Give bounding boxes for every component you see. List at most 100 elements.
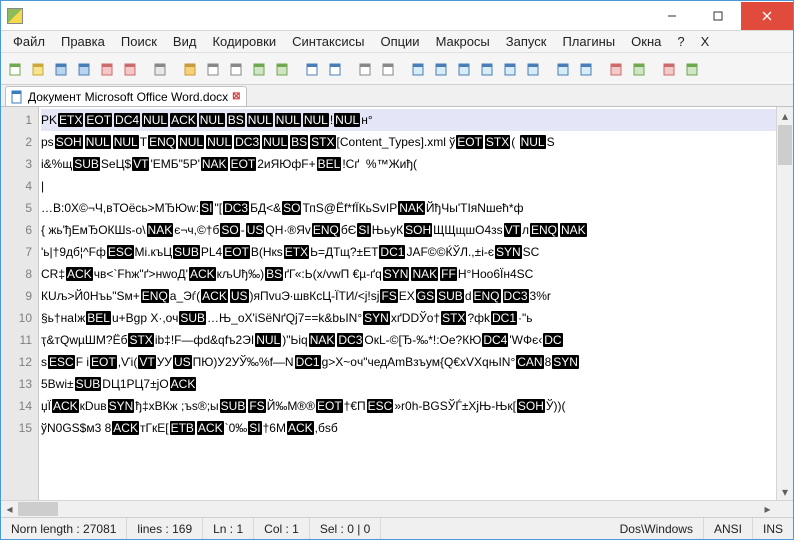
line-number: 15 <box>3 417 32 439</box>
play-macro-button[interactable] <box>682 58 704 80</box>
menu-9[interactable]: Плагины <box>554 32 623 51</box>
print-button[interactable] <box>150 58 172 80</box>
control-char: NUL <box>142 113 168 127</box>
doc-icon <box>10 90 24 104</box>
minimize-button[interactable] <box>649 2 695 30</box>
control-char: DC1 <box>295 355 321 369</box>
cut-button[interactable] <box>180 58 202 80</box>
code-line[interactable]: | <box>41 175 776 197</box>
menu-12[interactable]: X <box>693 32 718 51</box>
menu-6[interactable]: Опции <box>372 32 427 51</box>
vscroll-thumb[interactable] <box>778 125 792 165</box>
control-char: SUB <box>220 399 247 413</box>
control-char: SI <box>248 421 261 435</box>
redo-button[interactable] <box>272 58 294 80</box>
control-char: SI <box>357 223 370 237</box>
control-char: NAK <box>398 201 425 215</box>
menu-2[interactable]: Поиск <box>113 32 165 51</box>
code-line[interactable]: 5Bwі±SUBDЦ1РЦ7±јОACK <box>41 373 776 395</box>
control-char: NAK <box>201 157 228 171</box>
scroll-down-icon[interactable]: ▾ <box>777 483 793 500</box>
code-line[interactable]: ўN0GS$м3 8ACKтГкЕ[ETBACK`0‰SI†6MACK,бsб <box>41 417 776 439</box>
code-line[interactable]: …В:0Х©¬Ч,вТОёсь>МЂЮw:SI"[DC3БД<&SOТпЅ@Ёf… <box>41 197 776 219</box>
statusbar: Norn length : 27081 lines : 169 Ln : 1 C… <box>1 517 793 539</box>
menu-8[interactable]: Запуск <box>498 32 555 51</box>
unfold-button[interactable] <box>523 58 545 80</box>
save-button[interactable] <box>51 58 73 80</box>
bookmark-button[interactable] <box>553 58 575 80</box>
play-button[interactable] <box>606 58 628 80</box>
menu-4[interactable]: Кодировки <box>204 32 284 51</box>
titlebar[interactable] <box>1 1 793 31</box>
paste-button[interactable] <box>226 58 248 80</box>
sync-button[interactable] <box>408 58 430 80</box>
new-file-button[interactable] <box>5 58 27 80</box>
control-char: CAN <box>516 355 543 369</box>
control-char: ACK <box>201 289 228 303</box>
copy-button[interactable] <box>203 58 225 80</box>
control-char: ENQ <box>312 223 340 237</box>
code-line[interactable]: 'ь|†9дб¦^FфESCМі.къЦSUBPL4EOTB(НкsETXЬ=Д… <box>41 241 776 263</box>
line-number: 5 <box>3 197 32 219</box>
control-char: VT <box>132 157 149 171</box>
menu-1[interactable]: Правка <box>53 32 113 51</box>
code-line[interactable]: СR‡ACKчв<`Fhж"ґ>нwоД'ACKкљUђ‰)BSґГ«:Ь(х/… <box>41 263 776 285</box>
control-char: SOH <box>517 399 545 413</box>
hscroll-thumb[interactable] <box>18 502 58 516</box>
open-file-button[interactable] <box>28 58 50 80</box>
control-char: DC1 <box>379 245 405 259</box>
scroll-up-icon[interactable]: ▴ <box>777 107 793 124</box>
scroll-right-icon[interactable]: ▸ <box>759 501 776 517</box>
close-all-button[interactable] <box>120 58 142 80</box>
code-line[interactable]: КUљ>Й0Нъь"Sм+ENQа_Эѓ(ACKUS)яПvuЭ∙швКсЦ-Ї… <box>41 285 776 307</box>
undo-button[interactable] <box>249 58 271 80</box>
control-char: ETB <box>170 421 195 435</box>
code-line[interactable]: psSOHNULNULTENQNULNULDC3NULBSSTX[Content… <box>41 131 776 153</box>
save-all-button[interactable] <box>74 58 96 80</box>
record-macro-button[interactable] <box>659 58 681 80</box>
control-char: ETX <box>58 113 83 127</box>
document-tab[interactable]: Документ Microsoft Office Word.docx ⊠ <box>5 86 247 106</box>
zoom-in-button[interactable] <box>355 58 377 80</box>
toolbar <box>1 53 793 85</box>
vertical-scrollbar[interactable]: ▴ ▾ <box>776 107 793 500</box>
replace-button[interactable] <box>325 58 347 80</box>
control-char: ETX <box>284 245 309 259</box>
code-line[interactable]: PKETXEOTDC4NULACKNULBSNULNULNUL!NULн° <box>41 109 776 131</box>
fold-button[interactable] <box>500 58 522 80</box>
record-button[interactable] <box>576 58 598 80</box>
indent-guide-button[interactable] <box>477 58 499 80</box>
code-line[interactable]: §ь†наІжBELu+Вgр Х·,очSUB…Њ_оХ'іЅёNґQј7==… <box>41 307 776 329</box>
tab-close-icon[interactable]: ⊠ <box>232 92 242 102</box>
menu-7[interactable]: Макросы <box>428 32 498 51</box>
word-wrap-button[interactable] <box>431 58 453 80</box>
menu-5[interactable]: Синтаксисы <box>284 32 372 51</box>
status-lines: lines : 169 <box>127 518 203 539</box>
code-view[interactable]: PKETXEOTDC4NULACKNULBSNULNULNUL!NULн°psS… <box>39 107 776 500</box>
code-line[interactable]: ҭ&тQwµШМ?ЁбSTXіb‡!F—фd&qfъ2ЭІNUL)"ЬiqNAK… <box>41 329 776 351</box>
code-line[interactable]: { жь'ђЕмЂОКШs-о\NAKє¬ч,©†бSO-USQH·®ЯvENQ… <box>41 219 776 241</box>
editor-area: 123456789101112131415 PKETXEOTDC4NULACKN… <box>1 107 793 500</box>
close-button[interactable] <box>97 58 119 80</box>
code-line[interactable]: џЇACKкDuвSYNђ‡хВКж ;ъs®;ыSUBFSЙ‰M®®EOT†€… <box>41 395 776 417</box>
control-char: SYN <box>383 267 410 281</box>
zoom-out-button[interactable] <box>378 58 400 80</box>
find-button[interactable] <box>302 58 324 80</box>
close-button[interactable] <box>741 2 793 30</box>
menu-11[interactable]: ? <box>669 32 692 51</box>
menu-0[interactable]: Файл <box>5 32 53 51</box>
control-char: NUL <box>199 113 225 127</box>
line-number: 14 <box>3 395 32 417</box>
code-line[interactable]: sESCF іEOT,Ѵі(VTУУUSПЮ)У2УЎ‰%f—NDC1g>Х~o… <box>41 351 776 373</box>
show-all-button[interactable] <box>454 58 476 80</box>
horizontal-scrollbar[interactable]: ◂ ▸ <box>1 500 793 517</box>
scroll-left-icon[interactable]: ◂ <box>1 501 18 517</box>
line-number: 12 <box>3 351 32 373</box>
stop-button[interactable] <box>629 58 651 80</box>
menu-3[interactable]: Вид <box>165 32 205 51</box>
menu-10[interactable]: Окна <box>623 32 669 51</box>
maximize-button[interactable] <box>695 2 741 30</box>
code-line[interactable]: і&%щSUBSeЦ$VT'ЕМБ"5Р'NAKEOT2иЯЮфF+BEL!Сґ… <box>41 153 776 175</box>
control-char: GS <box>416 289 435 303</box>
control-char: NUL <box>178 135 204 149</box>
